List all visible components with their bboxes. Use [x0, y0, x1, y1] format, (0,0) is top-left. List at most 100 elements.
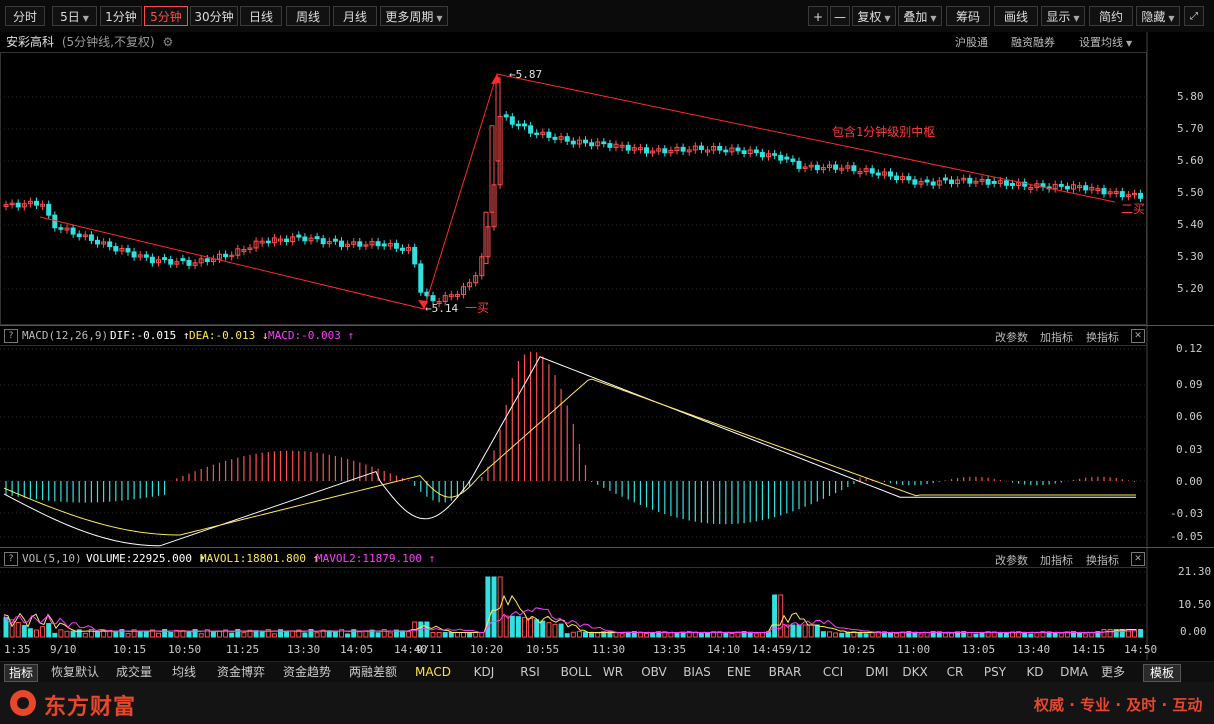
close-icon[interactable]: ✕ — [1131, 329, 1145, 343]
macd-macd: MACD:-0.003 ↑ — [268, 329, 354, 342]
price-tick: 5.20 — [1177, 282, 1204, 295]
candle-body — [784, 156, 790, 160]
volume-bar — [912, 631, 918, 638]
close-icon[interactable]: ✕ — [1131, 552, 1145, 566]
candle-body — [814, 164, 820, 171]
macd-switch-indicator[interactable]: 换指标 — [1086, 329, 1119, 345]
vol-add-indicator[interactable]: 加指标 — [1040, 552, 1073, 568]
time-tick: 13:05 — [962, 643, 996, 656]
macd-tick: 0.09 — [1176, 378, 1203, 391]
indicator-tab[interactable]: 模板 — [1143, 664, 1181, 682]
volume-bar — [430, 632, 436, 638]
indicator-tab[interactable]: DMI — [861, 664, 893, 680]
indicator-tab[interactable]: PSY — [979, 664, 1011, 680]
candle-body — [790, 158, 796, 162]
volume-bar — [137, 630, 143, 638]
volume-bar — [1022, 632, 1028, 638]
high-label: ←5.87 — [509, 68, 542, 81]
indicator-tab[interactable]: CCI — [816, 664, 850, 680]
mavol1-line — [3, 594, 1136, 634]
candle-body — [393, 242, 399, 249]
candle-body — [894, 175, 900, 181]
macd-tick: -0.05 — [1170, 530, 1204, 543]
indicator-tab[interactable]: 均线 — [166, 664, 202, 680]
volume-bar — [332, 631, 338, 638]
indicator-tab[interactable]: 两融差额 — [344, 664, 402, 680]
vol-switch-indicator[interactable]: 换指标 — [1086, 552, 1119, 568]
macd-title: MACD(12,26,9) — [22, 329, 109, 342]
up-arrow-icon: ↑ — [347, 329, 355, 342]
indicator-tab[interactable]: OBV — [635, 664, 673, 680]
vol-title: VOL(5,10) — [22, 552, 82, 565]
volume-bar — [479, 632, 485, 638]
volume-bar — [820, 631, 826, 638]
candle-body — [564, 136, 570, 142]
volume-bar — [808, 624, 814, 638]
indicator-tab[interactable]: DMA — [1058, 664, 1090, 680]
vol-mavol1: MAVOL1:18801.800 ↑ — [200, 552, 319, 565]
volume-bar — [1083, 633, 1089, 638]
candle-body — [583, 139, 588, 144]
volume-bar — [674, 633, 680, 638]
indicator-tab[interactable]: WR — [597, 664, 629, 680]
candle-body — [95, 239, 100, 245]
indicator-tab[interactable]: KDJ — [466, 664, 502, 680]
volume-bar — [564, 633, 570, 638]
indicator-tab[interactable]: 成交量 — [112, 664, 156, 680]
indicator-tab[interactable]: CR — [940, 664, 970, 680]
macd-histogram — [5, 351, 1136, 525]
macd-lines — [3, 356, 1136, 547]
volume-bar — [558, 623, 564, 638]
indicator-tab[interactable]: 指标 — [4, 664, 38, 682]
volume-bar — [918, 633, 924, 638]
indicator-tab[interactable]: BOLL — [556, 664, 596, 680]
candle-body — [851, 165, 857, 172]
volume-bar — [509, 615, 515, 638]
candle-body — [204, 258, 210, 263]
candle-body — [357, 241, 363, 247]
volume-bar — [454, 632, 460, 638]
indicator-tab[interactable]: 恢复默认 — [46, 664, 104, 680]
candle-body — [143, 254, 149, 258]
volume-bar — [461, 632, 466, 638]
vol-change-params[interactable]: 改参数 — [995, 552, 1028, 568]
help-icon[interactable]: ? — [4, 552, 18, 566]
indicator-tab[interactable]: 更多 — [1097, 664, 1129, 680]
candle-body — [58, 227, 64, 230]
candle-body — [430, 295, 436, 302]
volume-bar — [21, 625, 27, 638]
candle-body — [381, 243, 387, 247]
candle-body — [1101, 188, 1107, 195]
candle-body — [607, 143, 613, 148]
macd-change-params[interactable]: 改参数 — [995, 329, 1028, 345]
candle-body — [1138, 192, 1144, 199]
indicator-tab[interactable]: BRAR — [762, 664, 808, 680]
indicator-tab[interactable]: DKX — [898, 664, 932, 680]
help-icon[interactable]: ? — [4, 329, 18, 343]
volume-bar — [485, 576, 491, 638]
indicator-tab[interactable]: 资金博弈 — [212, 664, 270, 680]
candle-body — [753, 149, 759, 154]
candle-body — [375, 241, 381, 247]
indicator-tab[interactable]: ENE — [722, 664, 756, 680]
candle-body — [759, 152, 765, 158]
indicator-tab[interactable]: MACD — [410, 664, 456, 680]
volume-bar — [1107, 629, 1113, 638]
volume-bar — [814, 624, 820, 638]
indicator-tab[interactable]: BIAS — [678, 664, 716, 680]
macd-add-indicator[interactable]: 加指标 — [1040, 329, 1073, 345]
candle-body — [741, 150, 747, 154]
indicator-tab[interactable]: RSI — [514, 664, 546, 680]
time-axis: 1:35 9/10 10:15 10:50 11:25 13:30 14:05 14:40 9/… — [0, 641, 1157, 659]
indicator-tab[interactable]: KD — [1020, 664, 1050, 680]
indicator-tab[interactable]: 资金趋势 — [278, 664, 336, 680]
candle-body — [796, 160, 802, 169]
time-tick: 9/10 — [50, 643, 77, 656]
volume-bar — [857, 631, 863, 638]
candle-body — [778, 154, 784, 161]
candle-body — [168, 259, 174, 265]
candle-body — [522, 123, 527, 127]
candle-body — [985, 178, 991, 185]
zigzag-trend-line — [39, 73, 1116, 310]
volume-bar — [125, 633, 131, 638]
